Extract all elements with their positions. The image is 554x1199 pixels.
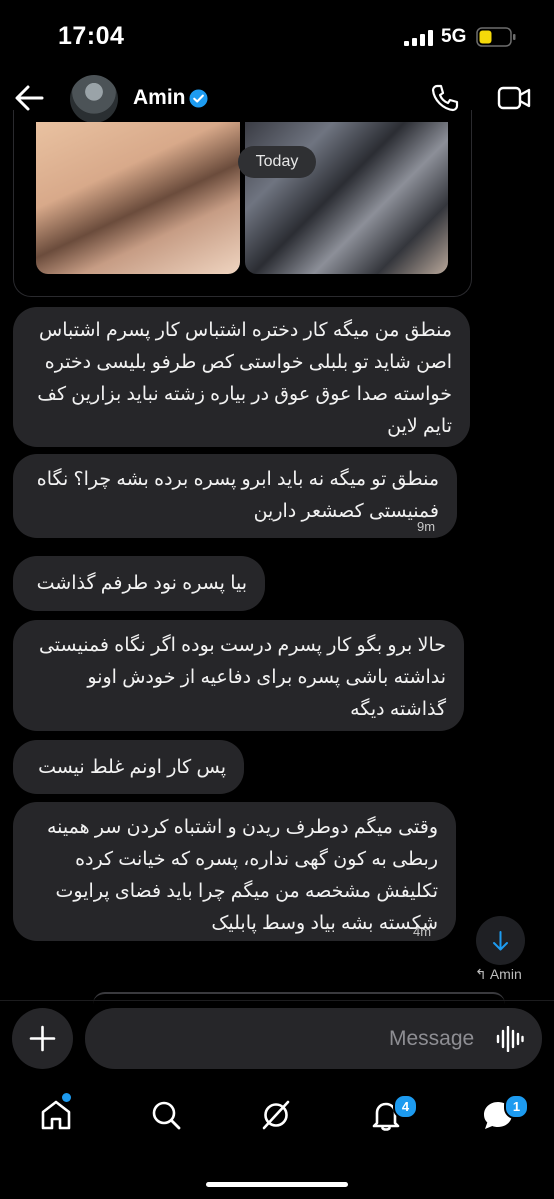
contact-name[interactable]: Amin xyxy=(133,86,186,110)
message-bubble[interactable]: پس کار اونم غلط نیست xyxy=(13,740,244,794)
message-bubble[interactable]: حالا برو بگو کار پسرم درست بوده اگر نگاه… xyxy=(13,620,464,731)
status-time: 17:04 xyxy=(58,22,125,50)
shared-photo[interactable] xyxy=(245,122,448,274)
notifications-badge: 4 xyxy=(393,1094,418,1119)
divider xyxy=(0,1000,554,1001)
message-line: منطق من میگه کار دختره اشتباس کار پسرم ا… xyxy=(39,320,452,341)
signal-icon xyxy=(404,30,433,46)
network-type: 5G xyxy=(441,26,467,47)
message-line: اصن شاید تو بلبلی خواستی کص طرفو بلیسی د… xyxy=(44,352,452,373)
plus-icon xyxy=(29,1025,56,1052)
message-line: نداشته باشی پسره برای دفاعیه از خودش اون… xyxy=(87,667,446,688)
battery-icon xyxy=(476,27,516,47)
message-line: ربطی به کون گهی نداره، پسره که خیانت کرد… xyxy=(75,849,438,870)
date-divider: Today xyxy=(238,146,316,178)
message-bubble[interactable]: وقتی میگم دوطرف ریدن و اشتباه کردن سر هم… xyxy=(13,802,456,941)
message-timestamp: 4m xyxy=(413,924,432,939)
message-timestamp: 9m xyxy=(417,519,436,534)
scroll-to-bottom-button[interactable] xyxy=(476,916,525,965)
reply-indicator: ↰ Amin xyxy=(475,966,522,982)
message-line: منطق تو میگه نه باید ابرو پسره برده بشه … xyxy=(36,469,439,490)
message-line: بیا پسره نود طرفم گذاشت xyxy=(36,573,247,594)
back-arrow-icon[interactable] xyxy=(14,84,44,112)
message-line: شکسته بشه بیاد وسط پابلیک xyxy=(211,913,438,934)
message-line: حالا برو بگو کار پسرم درست بوده اگر نگاه… xyxy=(38,635,446,656)
search-icon[interactable] xyxy=(148,1097,184,1133)
message-line: فمنیستی کصشعر دارین xyxy=(253,501,439,522)
message-bubble[interactable]: منطق من میگه کار دختره اشتباس کار پسرم ا… xyxy=(13,307,470,447)
home-icon[interactable] xyxy=(38,1097,74,1133)
shared-photo[interactable] xyxy=(36,122,240,274)
verified-badge-icon xyxy=(189,89,208,108)
message-line: تایم لاین xyxy=(387,416,452,437)
messages-badge: 1 xyxy=(504,1094,529,1119)
message-line: تکلیفش مشخصه من میگم چرا باید فضای پرایو… xyxy=(55,881,438,902)
home-indicator xyxy=(206,1182,348,1187)
message-line: گذاشته دیگه xyxy=(350,699,446,720)
message-line: خواسته صدا عوق عوق در بیاره زشته نباید ب… xyxy=(37,384,452,405)
message-input-placeholder: Message xyxy=(389,1027,475,1050)
home-unread-dot xyxy=(62,1093,71,1102)
video-camera-icon[interactable] xyxy=(497,85,531,111)
message-line: پس کار اونم غلط نیست xyxy=(38,757,226,778)
arrow-down-icon xyxy=(493,931,508,951)
message-line: وقتی میگم دوطرف ریدن و اشتباه کردن سر هم… xyxy=(46,817,438,838)
message-bubble-partial xyxy=(93,992,505,1004)
phone-icon[interactable] xyxy=(430,83,460,113)
spaces-icon[interactable] xyxy=(258,1097,294,1133)
voice-wave-icon[interactable] xyxy=(496,1026,524,1052)
message-bubble[interactable]: بیا پسره نود طرفم گذاشت xyxy=(13,556,265,611)
message-bubble[interactable]: منطق تو میگه نه باید ابرو پسره برده بشه … xyxy=(13,454,457,538)
add-attachment-button[interactable] xyxy=(12,1008,73,1069)
